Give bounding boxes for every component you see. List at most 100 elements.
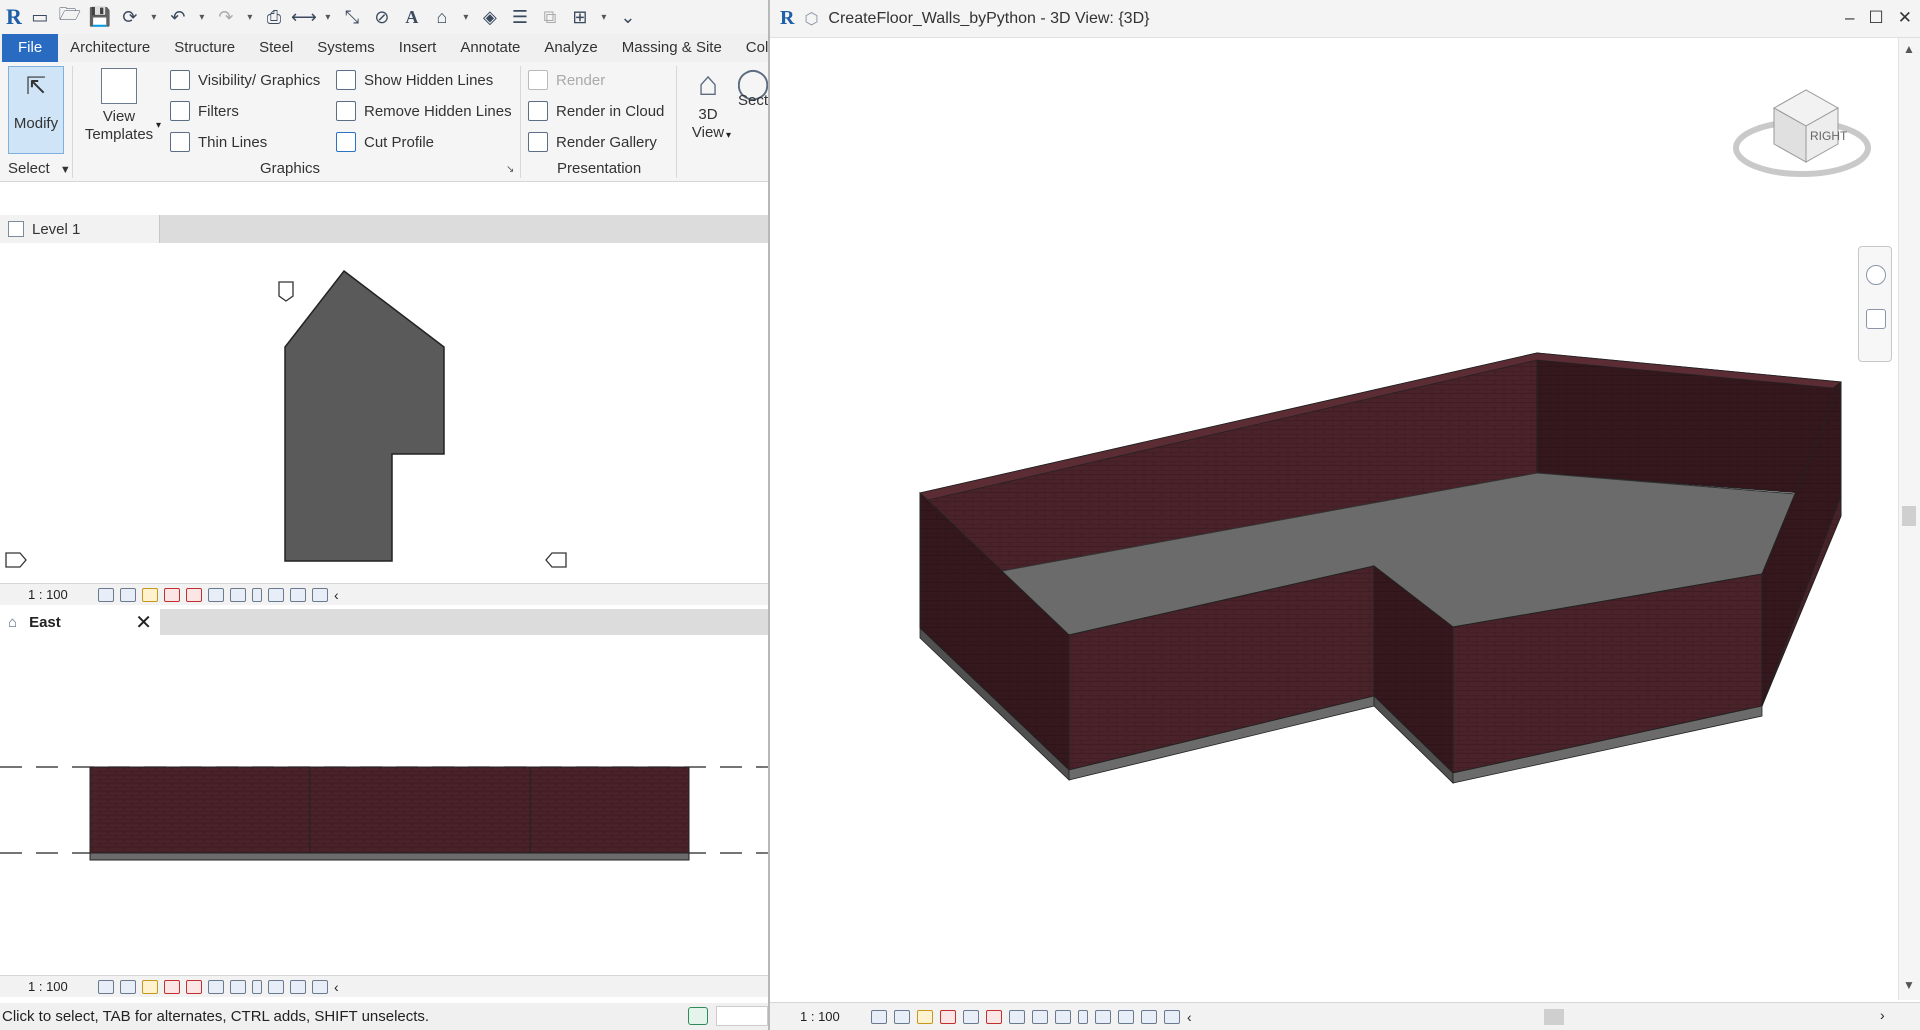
reveal-hidden-icon[interactable]: [252, 979, 262, 994]
elevation-marker-north[interactable]: [278, 281, 294, 302]
scroll-down-icon[interactable]: ▼: [1903, 978, 1915, 992]
analytical-model-icon[interactable]: [290, 587, 306, 602]
chevron-left-icon[interactable]: ‹: [1187, 1009, 1192, 1025]
highlight-displacement-icon[interactable]: [1141, 1009, 1157, 1024]
open-icon[interactable]: ▭: [28, 5, 52, 29]
floor-slab-edge[interactable]: [89, 852, 690, 861]
tab-insert[interactable]: Insert: [387, 34, 449, 62]
wall-segment[interactable]: [529, 766, 690, 854]
chevron-right-icon[interactable]: ›: [1880, 1007, 1885, 1023]
sync-icon[interactable]: ⟳: [118, 5, 142, 29]
section-icon[interactable]: ◈: [478, 5, 502, 29]
print-icon[interactable]: ⎙: [262, 5, 286, 29]
highlight-displacement-icon[interactable]: [312, 587, 328, 602]
render-button[interactable]: Render: [528, 70, 605, 90]
constraints-icon[interactable]: [1164, 1009, 1180, 1024]
chevron-down-icon[interactable]: ▾: [244, 5, 256, 29]
redo-icon[interactable]: ↷: [214, 5, 238, 29]
tab-massing-site[interactable]: Massing & Site: [610, 34, 734, 62]
dialog-launcher-icon[interactable]: ↘: [506, 164, 514, 175]
chevron-left-icon[interactable]: ‹: [334, 587, 339, 603]
tab-level-1[interactable]: Level 1: [0, 215, 160, 243]
show-crop-icon[interactable]: [208, 979, 224, 994]
customize-icon[interactable]: ⌄: [616, 5, 640, 29]
remove-hidden-lines-button[interactable]: Remove Hidden Lines: [336, 101, 512, 121]
thin-lines-icon[interactable]: ☰: [508, 5, 532, 29]
text-icon[interactable]: A: [400, 5, 424, 29]
steering-wheel-icon[interactable]: [1866, 265, 1886, 285]
analytical-model-icon[interactable]: [290, 979, 306, 994]
modify-button[interactable]: ⇱ Modify: [8, 66, 64, 154]
window-title-bar[interactable]: R ⬡ CreateFloor_Walls_byPython - 3D View…: [770, 0, 1920, 38]
view-templates-button[interactable]: View Templates: [84, 68, 154, 144]
render-dialog-icon[interactable]: [963, 1009, 979, 1024]
chevron-left-icon[interactable]: ‹: [334, 979, 339, 995]
3d-view-button[interactable]: ⌂ 3D View: [684, 66, 732, 142]
temporary-hide-icon[interactable]: [230, 587, 246, 602]
detail-level-icon[interactable]: [98, 979, 114, 994]
3d-view-canvas[interactable]: RIGHT: [770, 38, 1900, 1000]
tab-architecture[interactable]: Architecture: [58, 34, 162, 62]
analytical-model-icon[interactable]: [1118, 1009, 1134, 1024]
floor-outline[interactable]: [284, 269, 445, 562]
crop-view-icon[interactable]: [986, 1009, 1002, 1024]
filters-button[interactable]: Filters: [170, 101, 239, 121]
minimize-icon[interactable]: –: [1845, 8, 1854, 28]
detail-level-icon[interactable]: [871, 1009, 887, 1024]
elevation-marker-west[interactable]: [5, 552, 27, 568]
visual-style-icon[interactable]: [120, 979, 136, 994]
undo-icon[interactable]: ↶: [166, 5, 190, 29]
measure-icon[interactable]: ⟷: [291, 5, 317, 29]
visual-style-icon[interactable]: [894, 1009, 910, 1024]
render-gallery-button[interactable]: Render Gallery: [528, 132, 657, 152]
temporary-view-properties-icon[interactable]: [268, 587, 284, 602]
crop-view-icon[interactable]: [186, 587, 202, 602]
tab-east[interactable]: ⌂ East ✕: [0, 609, 160, 635]
shadows-icon[interactable]: [164, 979, 180, 994]
show-hidden-lines-button[interactable]: Show Hidden Lines: [336, 70, 493, 90]
lock-view-icon[interactable]: [1032, 1009, 1048, 1024]
sun-path-icon[interactable]: [917, 1009, 933, 1024]
detail-level-icon[interactable]: [98, 587, 114, 602]
elevation-scale[interactable]: 1 : 100: [28, 979, 92, 994]
sun-path-icon[interactable]: [142, 587, 158, 602]
close-hidden-icon[interactable]: ⧉: [538, 5, 562, 29]
show-crop-icon[interactable]: [1009, 1009, 1025, 1024]
shadows-icon[interactable]: [940, 1009, 956, 1024]
shadows-icon[interactable]: [164, 587, 180, 602]
reveal-hidden-icon[interactable]: [1078, 1009, 1088, 1024]
3d-scale[interactable]: 1 : 100: [800, 1009, 864, 1024]
app-logo[interactable]: R: [6, 4, 22, 30]
chevron-down-icon[interactable]: ▾: [460, 5, 472, 29]
tag-icon[interactable]: ⊘: [370, 5, 394, 29]
cut-profile-button[interactable]: Cut Profile: [336, 132, 434, 152]
save-icon[interactable]: 💾: [88, 5, 112, 29]
folder-icon[interactable]: 🗁: [58, 4, 82, 29]
visual-style-icon[interactable]: [120, 587, 136, 602]
crop-view-icon[interactable]: [186, 979, 202, 994]
tab-structure[interactable]: Structure: [162, 34, 247, 62]
tab-steel[interactable]: Steel: [247, 34, 305, 62]
sun-path-icon[interactable]: [142, 979, 158, 994]
chevron-down-icon[interactable]: ▾: [322, 5, 334, 29]
zoom-icon[interactable]: [1866, 309, 1886, 329]
tab-analyze[interactable]: Analyze: [532, 34, 609, 62]
tab-annotate[interactable]: Annotate: [448, 34, 532, 62]
render-cloud-button[interactable]: Render in Cloud: [528, 101, 664, 121]
elevation-marker-east[interactable]: [545, 552, 567, 568]
vertical-scrollbar[interactable]: ▲ ▼: [1898, 38, 1920, 1000]
temporary-hide-icon[interactable]: [230, 979, 246, 994]
highlight-displacement-icon[interactable]: [312, 979, 328, 994]
chevron-down-icon[interactable]: ▾: [726, 130, 731, 141]
close-icon[interactable]: ✕: [1898, 8, 1912, 28]
scroll-up-icon[interactable]: ▲: [1903, 42, 1915, 56]
floor-plan-canvas[interactable]: [0, 243, 768, 583]
plan-scale[interactable]: 1 : 100: [28, 587, 92, 602]
close-icon[interactable]: ✕: [135, 610, 152, 635]
visibility-graphics-button[interactable]: Visibility/ Graphics: [170, 70, 320, 90]
chevron-down-icon[interactable]: ▾: [196, 5, 208, 29]
chevron-down-icon[interactable]: ▾: [598, 5, 610, 29]
maximize-icon[interactable]: ☐: [1869, 8, 1884, 28]
tab-file[interactable]: File: [2, 34, 59, 62]
select-dropdown[interactable]: Select ▼: [8, 160, 71, 177]
